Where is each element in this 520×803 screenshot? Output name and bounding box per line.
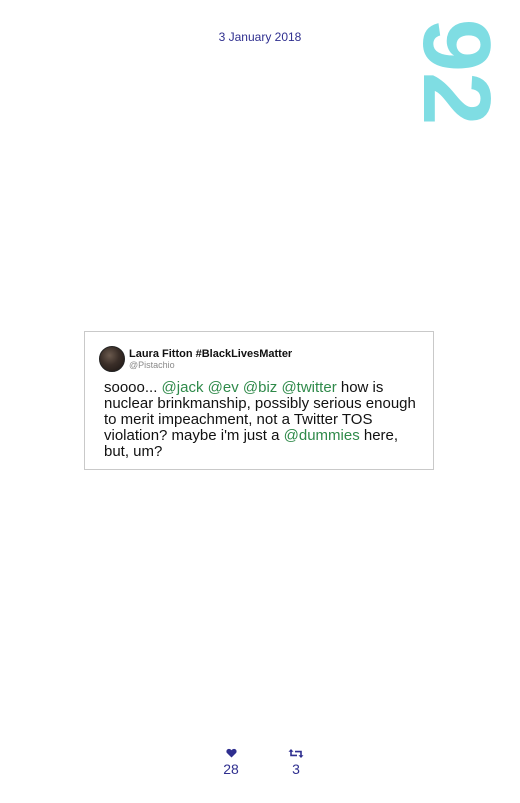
tweet-text: soooo... @jack @ev @biz @twitter how is … (104, 380, 424, 460)
author-names: Laura Fitton #BlackLivesMatter @Pistachi… (129, 348, 292, 371)
mention-link[interactable]: @dummies (284, 427, 360, 444)
likes-stat: 28 (216, 748, 246, 778)
avatar (99, 346, 125, 372)
retweets-count: 3 (292, 761, 300, 777)
tweet-text-part: soooo... (104, 379, 162, 396)
mention-link[interactable]: @ev (208, 379, 239, 396)
retweet-icon (281, 748, 311, 760)
author-handle: @Pistachio (129, 359, 175, 370)
tweet-stats: 28 3 (0, 748, 520, 788)
likes-count: 28 (223, 761, 239, 777)
page-number: 92 (403, 18, 510, 126)
mention-link[interactable]: @twitter (281, 379, 336, 396)
tweet-header: Laura Fitton #BlackLivesMatter @Pistachi… (99, 346, 292, 372)
author-display-name: Laura Fitton #BlackLivesMatter (129, 347, 293, 360)
heart-icon (216, 748, 246, 760)
mention-link[interactable]: @biz (243, 379, 277, 396)
tweet-card: Laura Fitton #BlackLivesMatter @Pistachi… (84, 331, 434, 470)
mention-link[interactable]: @jack (162, 379, 204, 396)
retweets-stat: 3 (281, 748, 311, 778)
